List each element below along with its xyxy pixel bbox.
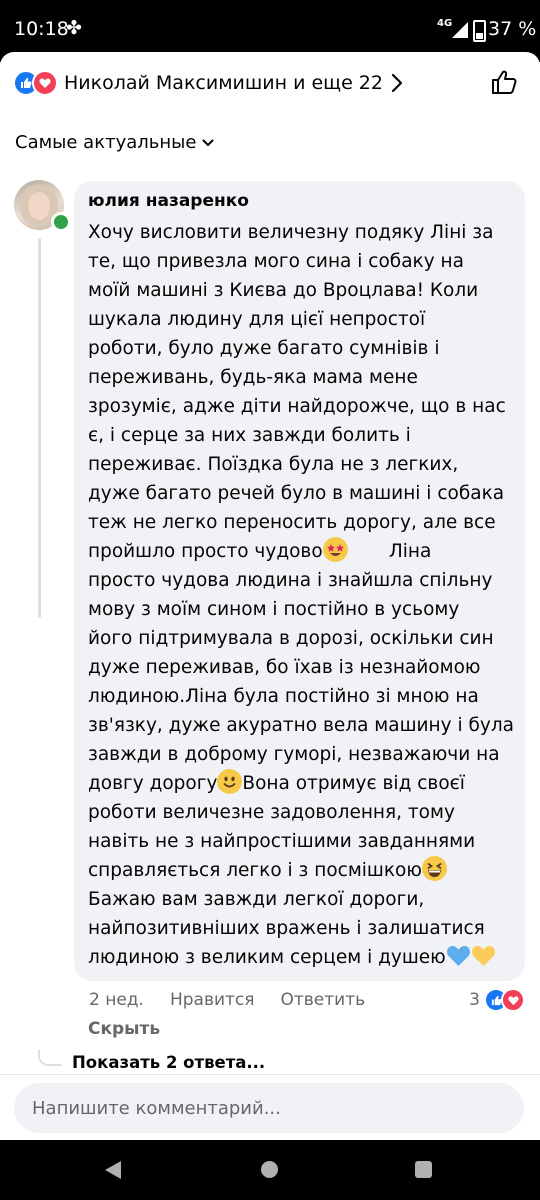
status-time: 10:18	[14, 18, 69, 40]
back-icon[interactable]	[104, 1160, 122, 1180]
comment-bubble[interactable]: юлия назаренко Хочу висловити величезну …	[74, 181, 525, 981]
online-indicator	[51, 212, 71, 232]
comment-line: довгу дорогу Вона отримує від своєї	[88, 769, 516, 798]
fan-icon: ✤	[66, 17, 82, 39]
comment-line-part: людиною з великим серцем і душею	[88, 947, 446, 968]
comment-line: дуже переживав, бо їхав із незнайомою	[88, 657, 481, 678]
chevron-down-icon	[202, 139, 214, 146]
comment-line: теж не легко переносить дорогу, але все	[88, 512, 496, 533]
comment-author[interactable]: юлия назаренко	[88, 191, 249, 211]
comment-line: людиною з великим серцем і душею	[88, 943, 516, 972]
comment-line: шукала людину для цієї непростої	[88, 309, 426, 330]
recent-apps-icon[interactable]	[415, 1161, 432, 1178]
comment-line: переживає. Поїздка була не з легких,	[88, 454, 459, 475]
comment-time[interactable]: 2 нед.	[89, 990, 144, 1010]
comment-composer-bar	[0, 1074, 540, 1141]
like-post-button[interactable]	[490, 68, 518, 100]
chevron-right-icon	[391, 73, 403, 93]
sort-dropdown[interactable]: Самые актуальные	[15, 132, 214, 153]
comment-line: просто чудова людина і знайшла спільну	[88, 570, 493, 591]
reply-connector	[38, 1050, 62, 1066]
battery-icon	[473, 20, 486, 42]
star-struck-emoji-icon	[322, 537, 348, 562]
love-reaction-icon	[32, 70, 58, 96]
battery-percent: 37 %	[488, 18, 537, 40]
comment-line: переживань, будь-яка мама мене	[88, 367, 418, 388]
yellow-heart-emoji-icon	[471, 943, 496, 968]
comment-line: пройшло просто чудово Ліна	[88, 537, 516, 566]
comment-composer[interactable]	[14, 1083, 524, 1133]
reply-button[interactable]: Ответить	[281, 990, 366, 1010]
comment-line-part: довгу дорогу	[88, 773, 218, 794]
thumbs-up-icon	[492, 70, 517, 94]
comment-reactions[interactable]: 3	[469, 988, 525, 1012]
sort-label: Самые актуальные	[15, 132, 197, 153]
comment-line: навіть не з найпростішими завданнями	[88, 831, 476, 852]
comment-line: його підтримувала в дорозі, оскільки син	[88, 628, 494, 649]
grinning-squinting-face-emoji-icon	[421, 856, 447, 881]
comment-line: завжди в доброму гуморі, незважаючи на	[88, 744, 500, 765]
comment-line: роботи величезне задоволення, тому	[88, 802, 455, 823]
comment-line-part: Вона отримує від своєї	[242, 773, 465, 794]
comment-line-part: пройшло просто чудово	[88, 541, 323, 562]
comment-line: роботи, було дуже багато сумнівів і	[88, 338, 440, 359]
comment-line-part: Ліна	[347, 541, 432, 562]
comment-line: моїй машині з Києва до Вроцлава! Коли	[88, 280, 479, 301]
network-type: 4G	[437, 18, 453, 29]
comment-line: Хочу висловити величезну подяку Ліні за	[88, 222, 494, 243]
system-nav-bar	[0, 1140, 540, 1200]
comments-sheet: Николай Максимишин и еще 22 Самые актуал…	[0, 52, 540, 1141]
thread-line	[38, 238, 41, 618]
comment-line: зрозуміє, адже діти найдорожче, що в нас	[88, 396, 506, 417]
love-reaction-icon	[501, 988, 525, 1012]
comment-line: те, що привезла мого сина і собаку на	[88, 251, 464, 272]
comment-line-part: справляється легко і з посмішкою	[88, 860, 422, 881]
reactions-summary[interactable]: Николай Максимишин и еще 22	[13, 70, 403, 96]
comment-input[interactable]	[30, 1097, 514, 1120]
show-replies-button[interactable]: Показать 2 ответа...	[72, 1053, 265, 1072]
home-icon[interactable]	[261, 1161, 278, 1178]
comment-line: найпозитивніших вражень і залишатися	[88, 918, 485, 939]
reaction-count: 3	[469, 990, 480, 1010]
reactors-text: Николай Максимишин и еще 22	[64, 72, 383, 94]
like-comment-button[interactable]: Нравится	[170, 990, 255, 1010]
comment-line: зв'язку, дуже акуратно вела машину і бул…	[88, 715, 514, 736]
comment-line: є, і серце за них завжди болить і	[88, 425, 411, 446]
comment-line: справляється легко і з посмішкою	[88, 856, 516, 885]
comment-line: людиною.Ліна була постійно зі мною на	[88, 686, 479, 707]
blue-heart-emoji-icon	[446, 943, 471, 968]
signal-icon	[452, 22, 468, 38]
comment-text: Хочу висловити величезну подяку Ліні за …	[88, 218, 516, 972]
comment-line: дуже багато речей було в машині і собака	[88, 483, 505, 504]
comment-line: Бажаю вам завжди легкої дороги,	[88, 889, 425, 910]
comment-line: мову з моїм сином і постійно в усьому	[88, 599, 460, 620]
comment-actions: 2 нед. Нравится Ответить	[89, 990, 365, 1010]
hide-button[interactable]: Скрыть	[88, 1019, 160, 1039]
smiling-face-emoji-icon	[217, 769, 243, 794]
